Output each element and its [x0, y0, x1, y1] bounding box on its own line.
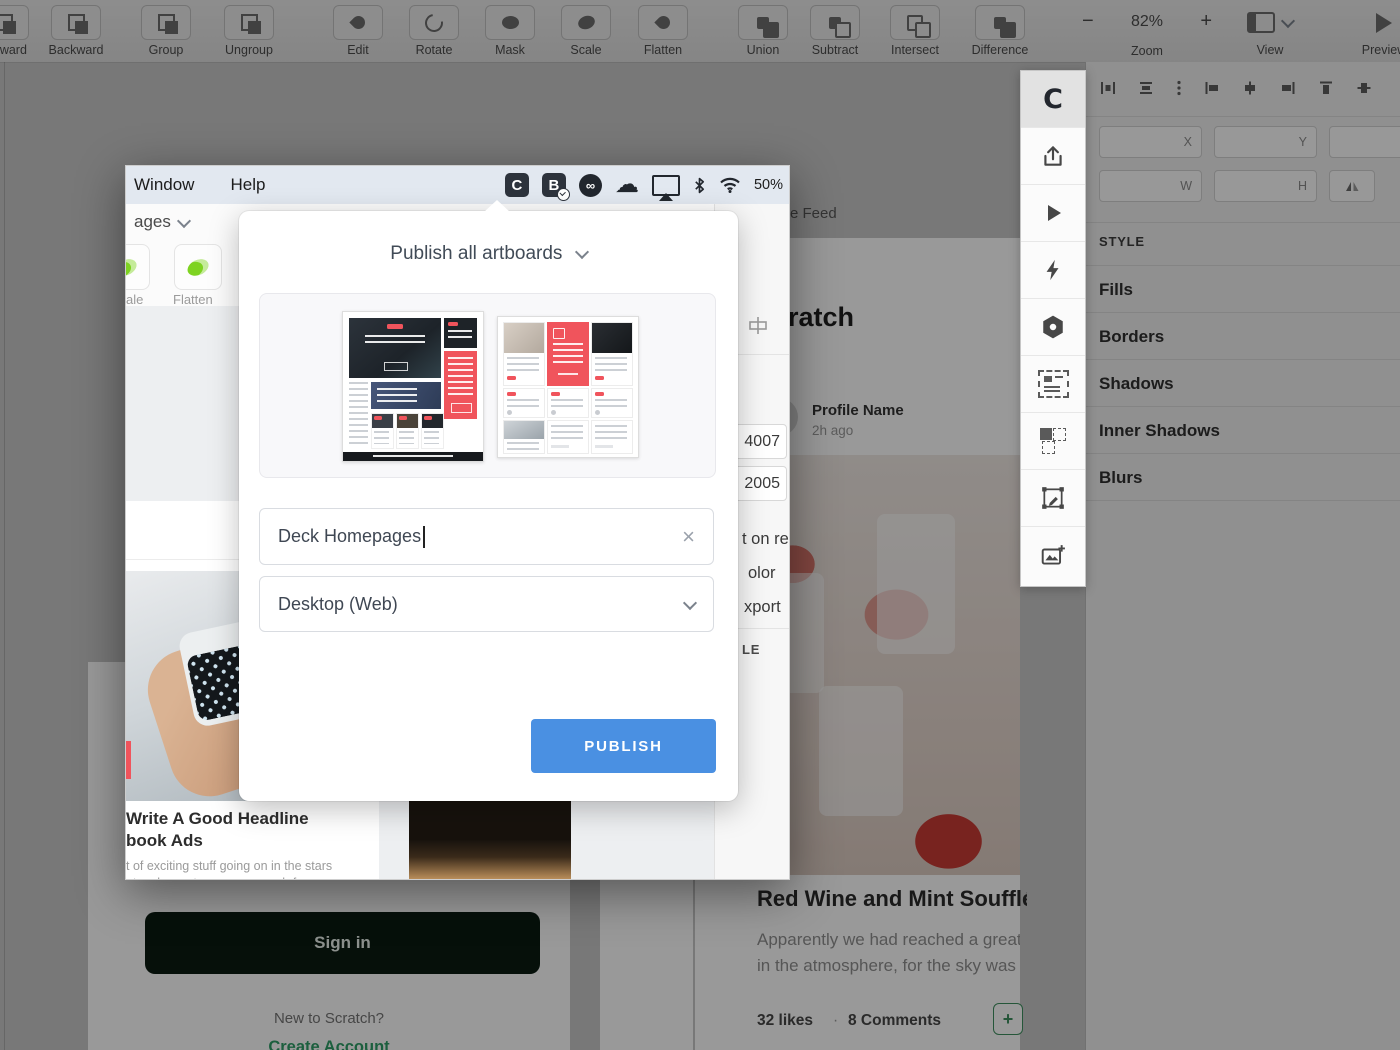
craft-styles-item[interactable] [1021, 299, 1085, 356]
flatten-tool-button[interactable] [174, 244, 222, 290]
card-title-line1: Write A Good Headline [126, 809, 309, 829]
text-cursor [423, 526, 425, 548]
menu-window[interactable]: Window [134, 175, 194, 195]
duplicate-icon [1039, 427, 1067, 455]
artboard-previews [259, 293, 716, 478]
menu-help[interactable]: Help [230, 175, 265, 195]
publish-share-icon [1040, 143, 1066, 169]
screen: Forward Backward Group Ungroup Edit Rota… [0, 0, 1400, 1050]
craft-logo-icon: C [1043, 84, 1063, 115]
align-handle-icon[interactable] [745, 316, 771, 334]
lightning-icon [1042, 258, 1064, 282]
export-option-partial[interactable]: xport [744, 598, 781, 617]
craft-flash-item[interactable] [1021, 242, 1085, 299]
craft-menubar-icon[interactable]: C [505, 173, 529, 197]
menu-bar: Window Help C B ∞ ☁ 50% [126, 166, 789, 205]
chevron-down-icon [683, 595, 697, 609]
flatten-tool-label: Flatten [173, 292, 213, 307]
publish-name-value: Deck Homepages [278, 526, 421, 547]
publish-name-input[interactable]: Deck Homepages × [259, 508, 714, 565]
publish-popover: Publish all artboards [239, 211, 738, 801]
card-body-line2: at makes astronomy so much fun. [126, 876, 314, 880]
scale-tool-button[interactable] [125, 244, 150, 290]
library-icon [1038, 370, 1069, 398]
craft-toolbar: C [1020, 70, 1086, 587]
style-header-partial: LE [742, 642, 760, 657]
pages-dropdown[interactable]: ages [134, 212, 189, 232]
airplay-icon[interactable] [652, 175, 680, 196]
craft-library-item[interactable] [1021, 356, 1085, 413]
card-title-line2: book Ads [126, 831, 203, 851]
craft-publish-item[interactable] [1021, 128, 1085, 185]
platform-value: Desktop (Web) [278, 594, 398, 615]
chevron-down-icon [575, 245, 589, 259]
publish-scope-dropdown[interactable]: Publish all artboards [239, 243, 738, 265]
screenshot-inset: Window Help C B ∞ ☁ 50% [125, 165, 790, 880]
play-icon [1041, 201, 1065, 225]
freehand-pen-icon [1040, 485, 1066, 511]
bluetooth-icon[interactable] [693, 176, 706, 195]
artboard-thumbnail-2[interactable] [497, 316, 639, 458]
wifi-icon[interactable] [719, 177, 741, 193]
creative-cloud-icon[interactable]: ∞ [579, 174, 602, 197]
hexagon-icon [1040, 314, 1066, 340]
craft-duplicate-item[interactable] [1021, 413, 1085, 470]
wood-photo-fragment [409, 791, 571, 879]
craft-stock-item[interactable] [1021, 527, 1085, 584]
publish-button[interactable]: PUBLISH [531, 719, 716, 773]
craft-freehand-item[interactable] [1021, 470, 1085, 527]
platform-select[interactable]: Desktop (Web) [259, 576, 714, 632]
b-sync-menubar-icon[interactable]: B [542, 173, 566, 197]
scale-tool-label: ale [126, 292, 143, 307]
resize-option-partial[interactable]: t on res [742, 530, 790, 549]
card-body-line1: t of exciting stuff going on in the star… [126, 859, 332, 873]
red-tag-fragment [126, 741, 131, 779]
battery-percent: 50% [754, 177, 783, 193]
craft-logo-item[interactable]: C [1021, 71, 1085, 128]
craft-prototype-item[interactable] [1021, 185, 1085, 242]
clear-input-icon[interactable]: × [682, 526, 695, 548]
flatten-tool-icon [185, 256, 211, 279]
cloud-icon[interactable]: ☁ [615, 173, 639, 197]
artboard-thumbnail-1[interactable] [342, 311, 484, 462]
stock-photo-icon [1040, 543, 1066, 569]
color-option-partial[interactable]: olor [748, 564, 776, 583]
scale-tool-icon [125, 256, 139, 279]
